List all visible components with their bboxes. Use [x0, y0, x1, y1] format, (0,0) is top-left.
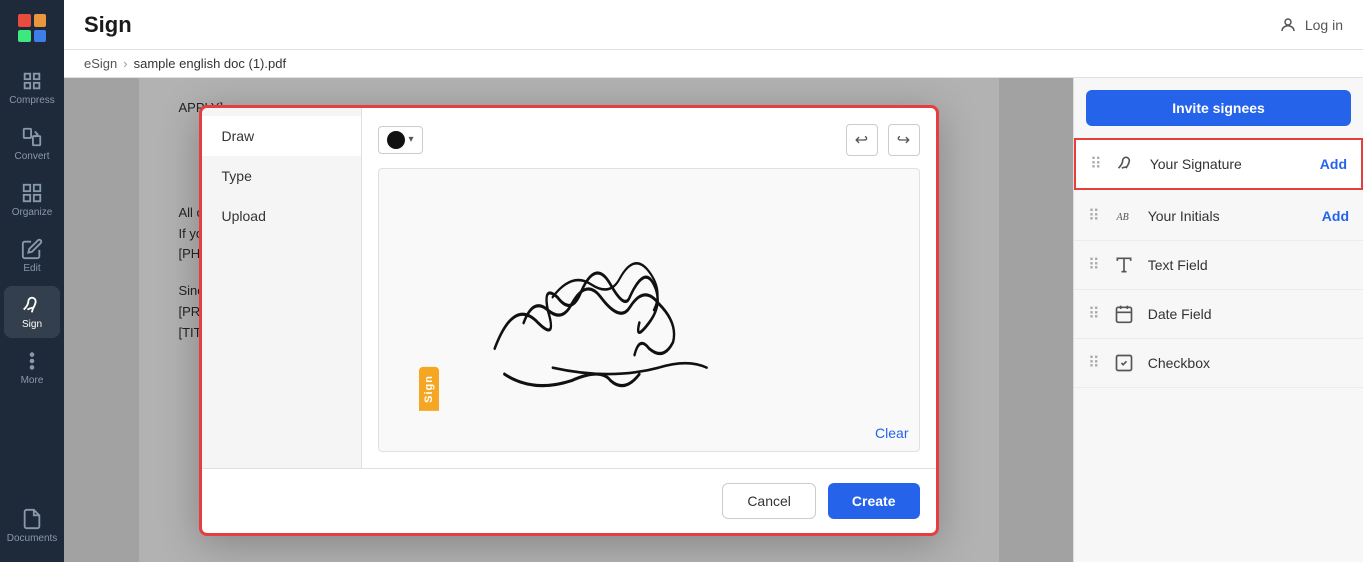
sidebar-item-sign-label: Sign [22, 319, 42, 330]
sidebar-item-convert[interactable]: Convert [4, 118, 60, 170]
tab-upload[interactable]: Upload [202, 196, 361, 236]
panel-item-initials-add[interactable]: Add [1322, 208, 1349, 224]
breadcrumb-separator: › [123, 56, 127, 71]
drag-handle-initials-icon: ⠿ [1088, 206, 1100, 226]
panel-item-signature-add[interactable]: Add [1320, 156, 1347, 172]
color-chevron-icon: ▾ [409, 134, 414, 145]
checkbox-icon [1110, 349, 1138, 377]
modal-footer: Cancel Create [202, 468, 936, 533]
documents-icon [21, 508, 43, 530]
panel-item-initials-label: Your Initials [1148, 208, 1312, 224]
panel-item-text-label: Text Field [1148, 257, 1349, 273]
invite-signees-button[interactable]: Invite signees [1086, 90, 1351, 126]
sidebar-item-edit-label: Edit [23, 263, 40, 274]
sign-label-tag: Sign [419, 367, 439, 411]
document-area: APPLY]. • [bullet 1] • [bullet 2] • [bul… [64, 78, 1073, 562]
sidebar-item-more[interactable]: More [4, 342, 60, 394]
modal-toolbar: ▾ ↩ ↪ [378, 124, 920, 156]
cancel-button[interactable]: Cancel [722, 483, 816, 519]
logo-cell-green [18, 30, 31, 43]
drag-handle-date-icon: ⠿ [1088, 304, 1100, 324]
more-icon [21, 350, 43, 372]
color-picker-button[interactable]: ▾ [378, 126, 423, 154]
clear-button[interactable]: Clear [875, 425, 908, 441]
signature-draw-area[interactable]: Sign Clear [378, 168, 920, 452]
sidebar-item-compress-label: Compress [9, 95, 55, 106]
logo-cell-blue [34, 30, 47, 43]
sidebar-item-more-label: More [21, 375, 44, 386]
drag-handle-icon: ⠿ [1090, 154, 1102, 174]
content-area: APPLY]. • [bullet 1] • [bullet 2] • [bul… [64, 78, 1363, 562]
panel-item-checkbox-label: Checkbox [1148, 355, 1349, 371]
app-logo [12, 8, 52, 48]
compress-icon [21, 70, 43, 92]
selected-color-dot [387, 131, 405, 149]
sidebar-item-documents[interactable]: Documents [4, 500, 60, 552]
panel-item-date-label: Date Field [1148, 306, 1349, 322]
right-panel: Invite signees ⠿ Your Signature Add ⠿ [1073, 78, 1363, 562]
panel-item-text-field[interactable]: ⠿ Text Field [1074, 241, 1363, 290]
breadcrumb: eSign › sample english doc (1).pdf [64, 50, 1363, 78]
modal-body: Draw Type Upload ▾ [202, 108, 936, 468]
login-button[interactable]: Log in [1279, 16, 1343, 34]
modal-tabs: Draw Type Upload [202, 108, 362, 468]
modal-overlay: Draw Type Upload ▾ [64, 78, 1073, 562]
create-button[interactable]: Create [828, 483, 920, 519]
drag-handle-checkbox-icon: ⠿ [1088, 353, 1100, 373]
organize-icon [21, 182, 43, 204]
initials-icon: AB [1110, 202, 1138, 230]
sidebar-item-convert-label: Convert [14, 151, 49, 162]
login-label: Log in [1305, 17, 1343, 33]
signature-icon [1112, 150, 1140, 178]
svg-text:AB: AB [1115, 212, 1128, 223]
topbar: Sign Log in [64, 0, 1363, 50]
drag-handle-text-icon: ⠿ [1088, 255, 1100, 275]
sidebar-item-edit[interactable]: Edit [4, 230, 60, 282]
signature-drawing [379, 169, 919, 451]
sidebar-item-organize-label: Organize [12, 207, 53, 218]
panel-item-your-signature[interactable]: ⠿ Your Signature Add [1074, 138, 1363, 190]
sidebar-item-organize[interactable]: Organize [4, 174, 60, 226]
tab-type[interactable]: Type [202, 156, 361, 196]
sidebar-item-compress[interactable]: Compress [4, 62, 60, 114]
panel-item-date-field[interactable]: ⠿ Date Field [1074, 290, 1363, 339]
modal-draw-content: ▾ ↩ ↪ [362, 108, 936, 468]
undo-button[interactable]: ↩ [846, 124, 878, 156]
logo-cell-red [18, 14, 31, 27]
sign-icon [21, 294, 43, 316]
edit-icon [21, 238, 43, 260]
sidebar: Compress Convert Organize Edit Sign More… [0, 0, 64, 562]
page-title: Sign [84, 12, 132, 38]
sidebar-item-sign[interactable]: Sign [4, 286, 60, 338]
signature-modal: Draw Type Upload ▾ [199, 105, 939, 536]
sidebar-item-documents-label: Documents [7, 533, 58, 544]
logo-cell-orange [34, 14, 47, 27]
date-field-icon [1110, 300, 1138, 328]
panel-item-checkbox[interactable]: ⠿ Checkbox [1074, 339, 1363, 388]
convert-icon [21, 126, 43, 148]
breadcrumb-parent[interactable]: eSign [84, 56, 117, 71]
panel-item-signature-label: Your Signature [1150, 156, 1310, 172]
redo-button[interactable]: ↪ [888, 124, 920, 156]
text-field-icon [1110, 251, 1138, 279]
main-area: Sign Log in eSign › sample english doc (… [64, 0, 1363, 562]
breadcrumb-current: sample english doc (1).pdf [134, 56, 286, 71]
tab-draw[interactable]: Draw [202, 116, 361, 156]
panel-item-your-initials[interactable]: ⠿ AB Your Initials Add [1074, 192, 1363, 241]
user-icon [1279, 16, 1297, 34]
